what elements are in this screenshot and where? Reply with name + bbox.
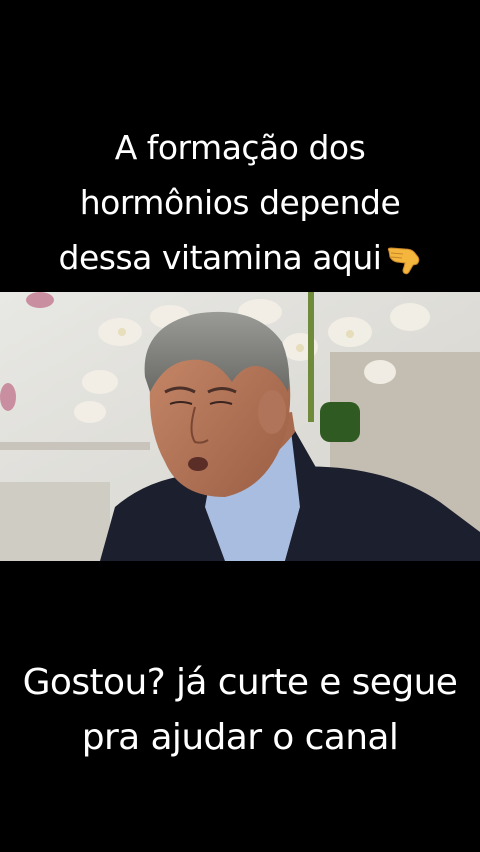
bottom-caption-line-2: pra ajudar o canal — [81, 717, 399, 758]
top-caption-line-3: dessa vitamina aqui — [0, 230, 480, 285]
top-caption: A formação dos hormônios depende dessa v… — [0, 120, 480, 285]
top-caption-line-2: hormônios depende — [79, 183, 401, 222]
top-caption-line-3-text: dessa vitamina aqui — [58, 238, 382, 277]
pointing-down-icon — [388, 247, 420, 275]
video-frame[interactable] — [0, 292, 480, 561]
bottom-caption: Gostou? já curte e segue pra ajudar o ca… — [0, 655, 480, 765]
speaker-image — [0, 292, 480, 561]
top-caption-line-1: A formação dos — [114, 128, 366, 167]
bottom-caption-line-1: Gostou? já curte e segue — [22, 662, 458, 703]
